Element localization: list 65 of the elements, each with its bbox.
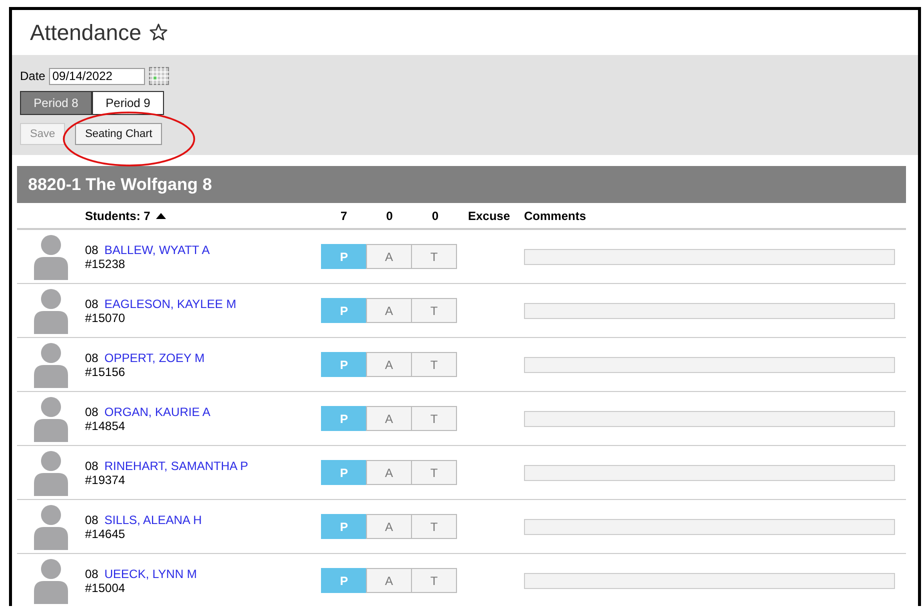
attendance-toggle[interactable]: A	[366, 298, 412, 323]
student-id: #15004	[85, 580, 126, 594]
attendance-toggle[interactable]: A	[366, 352, 412, 377]
student-id: #14854	[85, 418, 126, 432]
grade-text: 08	[85, 566, 98, 580]
column-header: 7	[339, 208, 348, 222]
attendance-toggle[interactable]: T	[411, 460, 457, 485]
attendance-toggle[interactable]: A	[366, 406, 412, 431]
attendance-toggle[interactable]: A	[366, 568, 412, 593]
grade-text: 08	[85, 458, 98, 472]
comment-field[interactable]	[524, 356, 895, 372]
comment-field[interactable]	[524, 302, 895, 318]
avatar-icon	[34, 288, 68, 334]
comment-field[interactable]	[524, 572, 895, 588]
attendance-toggle[interactable]: T	[411, 244, 457, 269]
student-name-link[interactable]: UEECK, LYNN M	[104, 566, 197, 580]
attendance-toggle[interactable]: T	[411, 568, 457, 593]
grade-text: 08	[85, 242, 98, 256]
student-name-link[interactable]: SILLS, ALEANA H	[104, 512, 202, 526]
student-name-link[interactable]: EAGLESON, KAYLEE M	[104, 296, 236, 310]
seating-chart-button[interactable]: Seating Chart	[75, 123, 162, 145]
student-name-link[interactable]: BALLEW, WYATT A	[104, 242, 210, 256]
student-id: #14645	[85, 526, 126, 540]
comment-field[interactable]	[524, 248, 895, 264]
avatar-icon	[34, 342, 68, 388]
column-header: Comments	[524, 208, 586, 222]
period-tab[interactable]: Period 8	[20, 91, 92, 115]
avatar-icon	[34, 558, 68, 604]
avatar-icon	[34, 504, 68, 550]
grade-text: 08	[85, 512, 98, 526]
grade-text: 08	[85, 350, 98, 364]
student-name-link[interactable]: RINEHART, SAMANTHA P	[104, 458, 248, 472]
section-title: 8820-1 The Wolfgang 8	[28, 174, 212, 194]
attendance-toggle[interactable]: A	[366, 244, 412, 269]
attendance-toggle[interactable]: A	[366, 460, 412, 485]
attendance-toggle[interactable]: T	[411, 406, 457, 431]
comment-field[interactable]	[524, 464, 895, 480]
avatar-icon	[34, 450, 68, 496]
attendance-toggle[interactable]: A	[366, 514, 412, 539]
student-id: #15238	[85, 256, 126, 270]
comment-field[interactable]	[524, 518, 895, 534]
avatar-icon	[34, 396, 68, 442]
column-header: 0	[430, 208, 440, 222]
comment-field[interactable]	[524, 410, 895, 426]
attendance-toggle[interactable]: T	[411, 298, 457, 323]
attendance-toggle[interactable]: T	[411, 352, 457, 377]
star-icon[interactable]	[149, 23, 168, 42]
student-id: #15070	[85, 310, 126, 324]
avatar-icon	[34, 234, 68, 280]
page-title: Attendance	[30, 20, 142, 46]
sort-icon[interactable]	[156, 212, 166, 218]
student-name-link[interactable]: ORGAN, KAURIE A	[104, 404, 210, 418]
grade-text: 08	[85, 296, 98, 310]
calendar-icon[interactable]	[149, 67, 170, 85]
student-id: #15156	[85, 364, 126, 378]
grade-text: 08	[85, 404, 98, 418]
attendance-toggle[interactable]: T	[411, 514, 457, 539]
date-label: Date	[20, 69, 46, 83]
student-name-link[interactable]: OPPERT, ZOEY M	[104, 350, 205, 364]
column-header[interactable]: Students: 7	[85, 208, 150, 222]
student-id: #19374	[85, 472, 126, 486]
column-header: 0	[385, 208, 394, 222]
date-field[interactable]: 09/14/2022	[49, 68, 146, 84]
period-tab[interactable]: Period 9	[92, 91, 164, 115]
column-header: Excuse	[468, 208, 510, 222]
